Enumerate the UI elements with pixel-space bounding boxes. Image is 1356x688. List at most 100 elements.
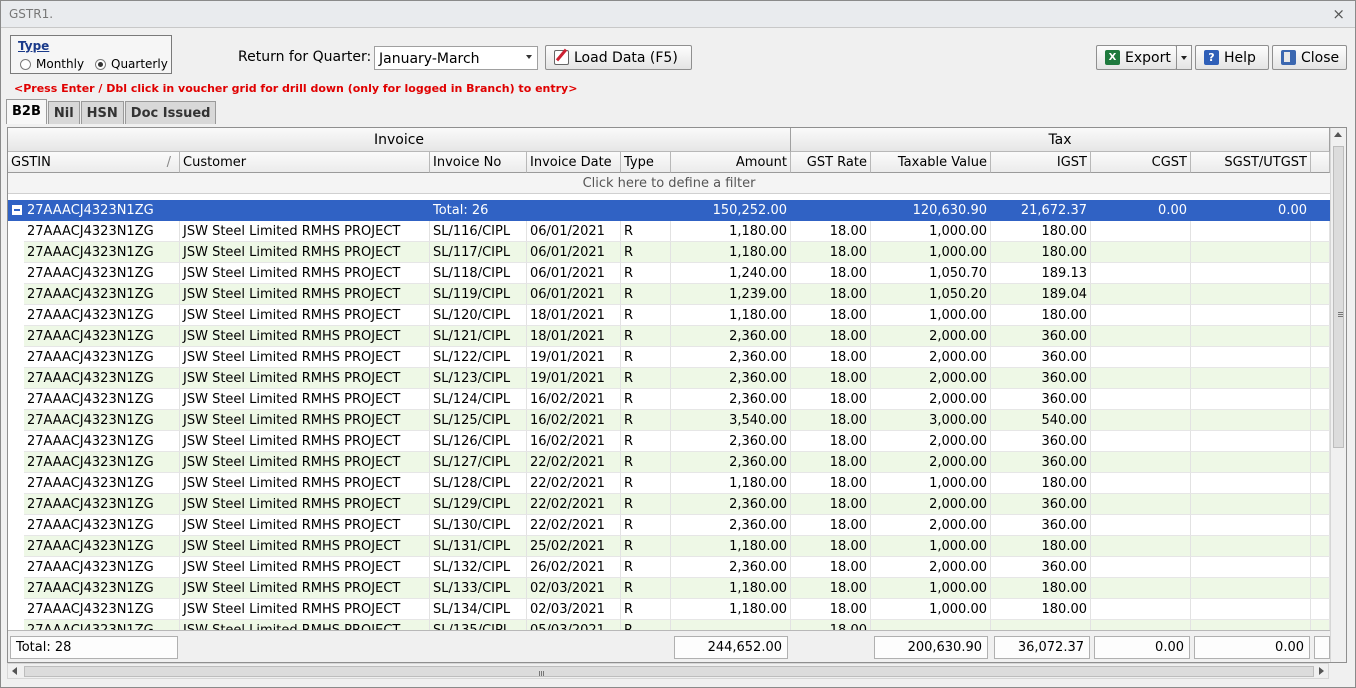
radio-quarterly[interactable]: Quarterly <box>95 57 168 71</box>
cell-cgst <box>1091 368 1191 389</box>
export-button[interactable]: X Export <box>1096 45 1177 70</box>
load-data-button[interactable]: Load Data (F5) <box>545 45 692 70</box>
col-type[interactable]: Type <box>621 152 671 173</box>
tab-b2b[interactable]: B2B <box>6 99 47 124</box>
footer-taxable-value: 200,630.90 <box>874 636 988 659</box>
cell-amount: 1,180.00 <box>671 242 791 263</box>
radio-monthly[interactable]: Monthly <box>20 57 84 71</box>
cell-customer: JSW Steel Limited RMHS PROJECT <box>180 578 430 599</box>
cell-taxable-value: 2,000.00 <box>871 452 991 473</box>
cell-type: R <box>621 599 671 620</box>
table-row[interactable]: 27AAACJ4323N1ZGJSW Steel Limited RMHS PR… <box>8 410 1330 431</box>
table-row[interactable]: 27AAACJ4323N1ZGJSW Steel Limited RMHS PR… <box>8 221 1330 242</box>
type-group: Type Monthly Quarterly <box>10 35 172 74</box>
col-taxable-value[interactable]: Taxable Value <box>871 152 991 173</box>
cell-igst: 180.00 <box>991 599 1091 620</box>
footer-amount: 244,652.00 <box>674 636 788 659</box>
table-row[interactable]: 27AAACJ4323N1ZGJSW Steel Limited RMHS PR… <box>8 431 1330 452</box>
col-amount[interactable]: Amount <box>671 152 791 173</box>
quarter-select[interactable]: January-March <box>374 46 538 70</box>
vertical-scroll-thumb[interactable] <box>1333 146 1344 448</box>
footer-igst: 36,072.37 <box>994 636 1090 659</box>
table-row[interactable]: 27AAACJ4323N1ZGJSW Steel Limited RMHS PR… <box>8 263 1330 284</box>
cell-invoice-no: SL/124/CIPL <box>430 389 527 410</box>
col-gstin[interactable]: GSTIN / <box>8 152 180 173</box>
cell-igst: 360.00 <box>991 557 1091 578</box>
cell-gst-rate: 18.00 <box>791 242 871 263</box>
col-customer[interactable]: Customer <box>180 152 430 173</box>
cell-customer: JSW Steel Limited RMHS PROJECT <box>180 536 430 557</box>
cell-cgst <box>1091 431 1191 452</box>
horizontal-scroll-thumb[interactable] <box>24 666 1314 677</box>
table-row[interactable]: 27AAACJ4323N1ZGJSW Steel Limited RMHS PR… <box>8 473 1330 494</box>
cell-type: R <box>621 452 671 473</box>
cell-invoice-date: 25/02/2021 <box>527 536 621 557</box>
table-row[interactable]: 27AAACJ4323N1ZGJSW Steel Limited RMHS PR… <box>8 389 1330 410</box>
table-row[interactable]: 27AAACJ4323N1ZGJSW Steel Limited RMHS PR… <box>8 305 1330 326</box>
col-sgst[interactable]: SGST/UTGST <box>1191 152 1311 173</box>
tab-nil[interactable]: Nil <box>47 101 80 124</box>
table-row[interactable]: 27AAACJ4323N1ZGJSW Steel Limited RMHS PR… <box>8 599 1330 620</box>
table-row[interactable]: 27AAACJ4323N1ZGJSW Steel Limited RMHS PR… <box>8 284 1330 305</box>
table-row[interactable]: 27AAACJ4323N1ZGJSW Steel Limited RMHS PR… <box>8 452 1330 473</box>
cell-sgst <box>1191 389 1311 410</box>
help-button[interactable]: ? Help <box>1195 45 1269 70</box>
col-cgst[interactable]: CGST <box>1091 152 1191 173</box>
cell-amount: 1,240.00 <box>671 263 791 284</box>
table-row[interactable]: 27AAACJ4323N1ZGJSW Steel Limited RMHS PR… <box>8 326 1330 347</box>
filter-row[interactable]: Click here to define a filter <box>8 173 1330 194</box>
radio-quarterly-label: Quarterly <box>111 57 168 71</box>
scroll-up-icon[interactable] <box>1334 132 1342 137</box>
cell-invoice-no: SL/122/CIPL <box>430 347 527 368</box>
cell-igst: 360.00 <box>991 326 1091 347</box>
table-row[interactable]: 27AAACJ4323N1ZGJSW Steel Limited RMHS PR… <box>8 347 1330 368</box>
cell-igst: 540.00 <box>991 410 1091 431</box>
horizontal-scrollbar[interactable] <box>7 663 1329 679</box>
cell-invoice-no: SL/127/CIPL <box>430 452 527 473</box>
close-button[interactable]: Close <box>1272 45 1347 70</box>
table-row[interactable]: 27AAACJ4323N1ZGJSW Steel Limited RMHS PR… <box>8 536 1330 557</box>
scroll-left-icon[interactable] <box>12 667 17 675</box>
col-igst[interactable]: IGST <box>991 152 1091 173</box>
cell-extra <box>1311 536 1330 557</box>
cell-taxable-value: 1,050.20 <box>871 284 991 305</box>
table-row[interactable]: 27AAACJ4323N1ZGJSW Steel Limited RMHS PR… <box>8 242 1330 263</box>
tab-hsn[interactable]: HSN <box>80 101 124 124</box>
table-row[interactable]: 27AAACJ4323N1ZGJSW Steel Limited RMHS PR… <box>8 578 1330 599</box>
table-row[interactable]: 27AAACJ4323N1ZGJSW Steel Limited RMHS PR… <box>8 557 1330 578</box>
cell-type: R <box>621 578 671 599</box>
window-close-icon[interactable]: × <box>1332 5 1345 23</box>
help-icon: ? <box>1204 50 1219 65</box>
radio-monthly-dot[interactable] <box>20 58 31 70</box>
cell-igst: 180.00 <box>991 221 1091 242</box>
col-gst-rate[interactable]: GST Rate <box>791 152 871 173</box>
cell-sgst <box>1191 221 1311 242</box>
group-row[interactable]: 27AAACJ4323N1ZG Total: 26 150,252.00 120… <box>8 200 1330 221</box>
col-invoice-date[interactable]: Invoice Date <box>527 152 621 173</box>
vertical-scrollbar[interactable] <box>1330 128 1346 662</box>
scroll-right-icon[interactable] <box>1319 667 1324 675</box>
cell-amount: 2,360.00 <box>671 368 791 389</box>
tab-doc-issued[interactable]: Doc Issued <box>124 101 217 124</box>
table-row[interactable]: 27AAACJ4323N1ZGJSW Steel Limited RMHS PR… <box>8 368 1330 389</box>
cell-gst-rate: 18.00 <box>791 263 871 284</box>
table-row[interactable]: 27AAACJ4323N1ZGJSW Steel Limited RMHS PR… <box>8 494 1330 515</box>
cell-invoice-no: SL/128/CIPL <box>430 473 527 494</box>
cell-taxable-value: 1,000.00 <box>871 305 991 326</box>
cell-gst-rate: 18.00 <box>791 305 871 326</box>
cell-gstin: 27AAACJ4323N1ZG <box>24 305 180 326</box>
radio-quarterly-dot[interactable] <box>95 58 106 70</box>
cell-igst: 360.00 <box>991 431 1091 452</box>
cell-gstin: 27AAACJ4323N1ZG <box>24 599 180 620</box>
table-row[interactable]: 27AAACJ4323N1ZGJSW Steel Limited RMHS PR… <box>8 515 1330 536</box>
type-legend: Type <box>18 39 50 53</box>
export-dropdown-arrow[interactable] <box>1176 45 1192 70</box>
cell-taxable-value: 1,000.00 <box>871 473 991 494</box>
col-invoice-no[interactable]: Invoice No <box>430 152 527 173</box>
collapse-icon[interactable] <box>12 205 22 215</box>
cell-taxable-value: 2,000.00 <box>871 494 991 515</box>
cell-type: R <box>621 368 671 389</box>
footer-sgst: 0.00 <box>1194 636 1310 659</box>
chevron-down-icon[interactable] <box>526 55 532 59</box>
cell-gst-rate: 18.00 <box>791 599 871 620</box>
